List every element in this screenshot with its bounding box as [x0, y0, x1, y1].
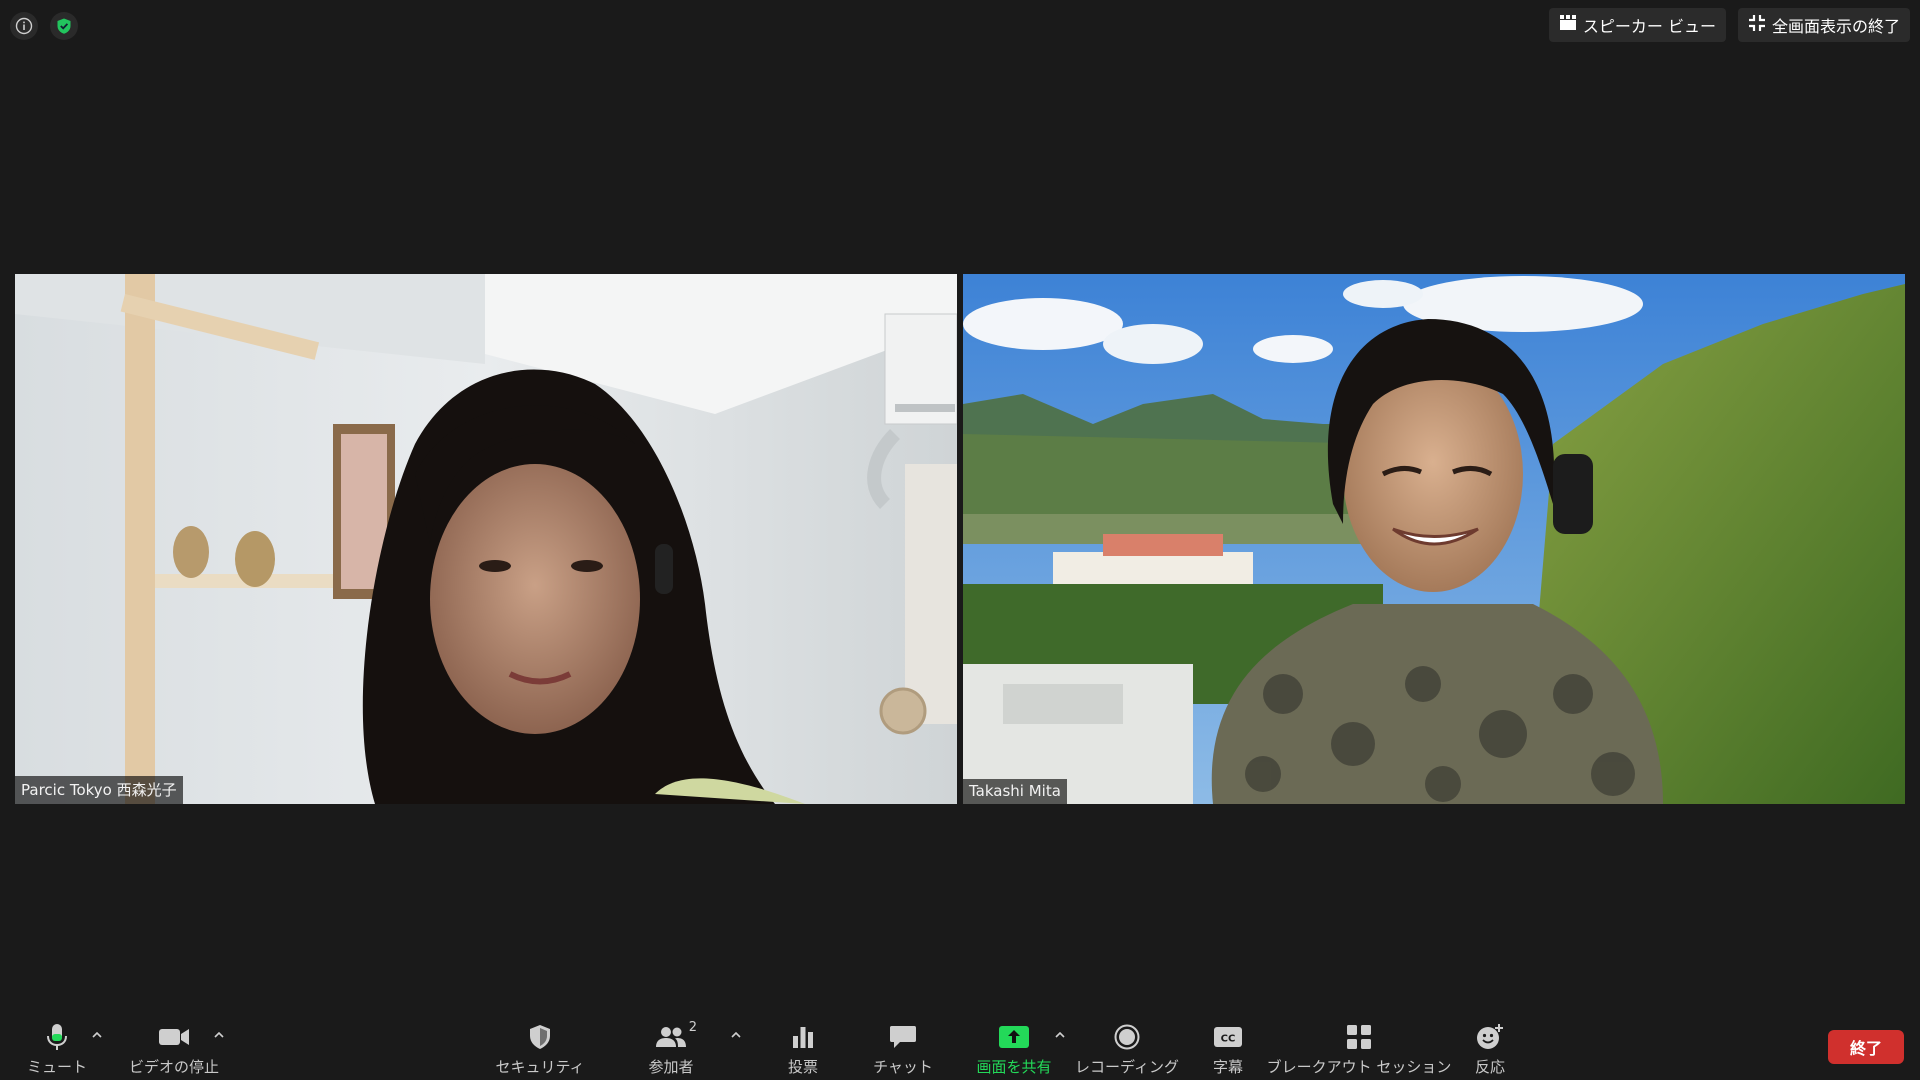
- chat-label: チャット: [873, 1058, 933, 1076]
- security-shield-icon: [528, 1022, 552, 1052]
- breakout-grid-icon: [1346, 1022, 1372, 1052]
- participants-options-caret-icon[interactable]: [729, 1028, 743, 1042]
- meeting-toolbar: ミュート ビデオの停止 セキュリティ 2 参加者 投票 チャット 画面を共有 レ…: [0, 1010, 1920, 1080]
- encryption-shield-icon[interactable]: [50, 12, 78, 40]
- chat-bubble-icon: [889, 1022, 917, 1052]
- polls-button[interactable]: 投票: [776, 1022, 830, 1077]
- stop-video-button[interactable]: ビデオの停止: [126, 1022, 222, 1077]
- video-camera-icon: [158, 1022, 190, 1052]
- exit-fullscreen-button[interactable]: 全画面表示の終了: [1737, 8, 1910, 42]
- share-options-caret-icon[interactable]: [1053, 1028, 1067, 1042]
- captions-button[interactable]: CC 字幕: [1208, 1022, 1248, 1077]
- chat-button[interactable]: チャット: [870, 1022, 936, 1077]
- speaker-view-icon: [1559, 15, 1577, 35]
- participant-1-video-frame: [15, 274, 957, 804]
- participant-2-video-frame: [963, 274, 1905, 804]
- security-button[interactable]: セキュリティ: [495, 1022, 585, 1077]
- breakout-sessions-label: ブレークアウト セッション: [1266, 1058, 1452, 1076]
- svg-text:CC: CC: [1221, 1034, 1236, 1045]
- end-meeting-button[interactable]: 終了: [1828, 1030, 1904, 1064]
- participants-icon: 2: [655, 1020, 697, 1052]
- exit-fullscreen-icon: [1748, 14, 1766, 36]
- microphone-icon: [46, 1022, 68, 1052]
- captions-label: 字幕: [1212, 1058, 1243, 1076]
- video-tile-participant-2[interactable]: Takashi Mita: [963, 274, 1905, 804]
- record-icon: [1114, 1022, 1140, 1052]
- audio-options-caret-icon[interactable]: [90, 1028, 104, 1042]
- exit-fullscreen-label: 全画面表示の終了: [1771, 17, 1900, 36]
- participant-name-label: Takashi Mita: [963, 779, 1067, 804]
- info-icon[interactable]: [10, 12, 38, 40]
- participants-label: 参加者: [648, 1058, 694, 1076]
- recording-button[interactable]: レコーディング: [1075, 1022, 1179, 1077]
- speaker-view-button[interactable]: スピーカー ビュー: [1548, 8, 1726, 42]
- mute-button[interactable]: ミュート: [26, 1022, 88, 1077]
- stop-video-label: ビデオの停止: [128, 1058, 219, 1076]
- share-screen-button[interactable]: 画面を共有: [972, 1022, 1056, 1077]
- polls-bar-chart-icon: [791, 1022, 815, 1052]
- share-screen-label: 画面を共有: [976, 1058, 1052, 1076]
- breakout-sessions-button[interactable]: ブレークアウト セッション: [1267, 1022, 1451, 1077]
- reactions-button[interactable]: 反応: [1470, 1022, 1510, 1077]
- reactions-label: 反応: [1474, 1058, 1505, 1076]
- participants-count-badge: 2: [688, 1020, 697, 1035]
- participant-name-label: Parcic Tokyo 西森光子: [15, 776, 183, 804]
- top-right-controls: スピーカー ビュー 全画面表示の終了: [1548, 8, 1910, 42]
- security-label: セキュリティ: [495, 1058, 585, 1076]
- participants-button[interactable]: 2 参加者: [636, 1020, 706, 1077]
- share-screen-icon: [998, 1022, 1030, 1052]
- polls-label: 投票: [787, 1058, 818, 1076]
- top-left-controls: [10, 12, 78, 40]
- speaker-view-label: スピーカー ビュー: [1582, 17, 1716, 36]
- reaction-smiley-icon: [1476, 1022, 1504, 1052]
- video-options-caret-icon[interactable]: [212, 1028, 226, 1042]
- recording-label: レコーディング: [1075, 1058, 1179, 1076]
- video-tile-participant-1[interactable]: Parcic Tokyo 西森光子: [15, 274, 957, 804]
- mute-label: ミュート: [26, 1058, 87, 1076]
- closed-captions-icon: CC: [1213, 1022, 1243, 1052]
